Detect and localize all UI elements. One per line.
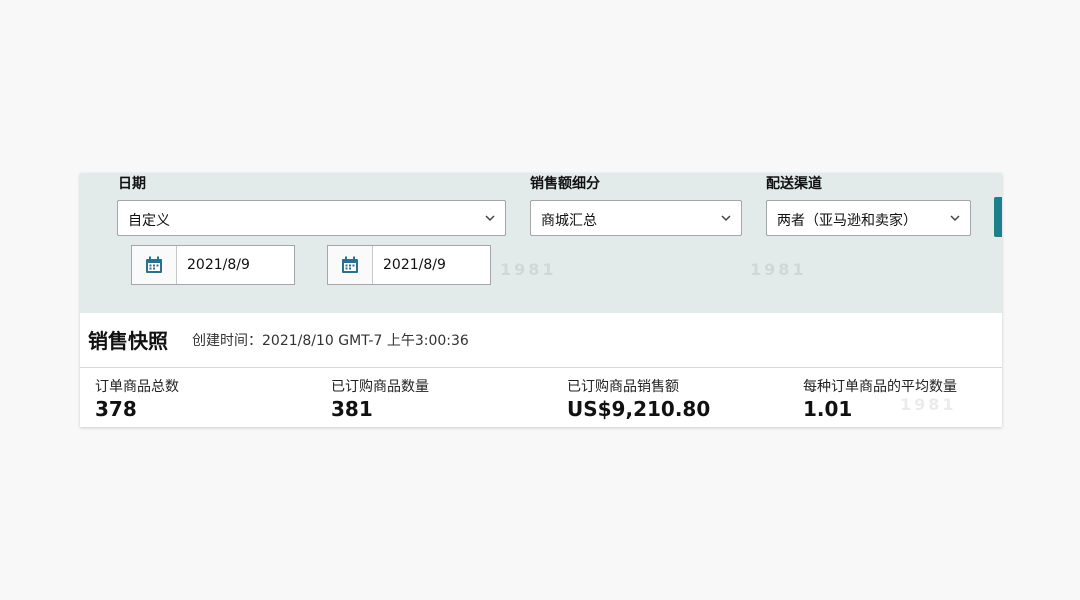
metric-label: 已订购商品数量: [331, 379, 429, 395]
metric-avg-units-per-order-item: 每种订单商品的平均数量 1.01: [803, 376, 957, 421]
watermark: 1981: [500, 260, 557, 279]
section-divider: [80, 313, 1002, 315]
metric-label: 订单商品总数: [95, 379, 179, 395]
sales-breakdown-label: 销售额细分: [530, 176, 600, 192]
chevron-down-icon: [485, 215, 495, 222]
section-divider: [80, 367, 1002, 368]
calendar-icon: [146, 256, 162, 273]
date-filter-label: 日期: [118, 176, 146, 192]
metric-label: 已订购商品销售额: [567, 379, 679, 395]
sales-breakdown-select-value: 商城汇总: [541, 213, 597, 229]
metric-units-ordered: 已订购商品数量 381: [331, 376, 429, 421]
metric-value: 378: [95, 397, 137, 421]
watermark: 1981: [750, 260, 807, 279]
end-date-value: 2021/8/9: [383, 257, 446, 273]
sales-dashboard-card: 日期 自定义 2021/8/9 2021/8/9 销售额细分 商城汇总 配送渠道…: [80, 173, 1002, 427]
fulfillment-channel-select[interactable]: 两者（亚马逊和卖家）: [766, 200, 971, 236]
metric-value: 381: [331, 397, 373, 421]
snapshot-created-time: 创建时间：2021/8/10 GMT-7 上午3:00:36: [192, 333, 469, 349]
metric-ordered-product-sales: 已订购商品销售额 US$9,210.80: [567, 376, 710, 421]
chevron-down-icon: [721, 215, 731, 222]
metric-total-order-items: 订单商品总数 378: [95, 376, 179, 421]
metric-label: 每种订单商品的平均数量: [803, 379, 957, 395]
end-date-calendar-button[interactable]: [328, 246, 373, 284]
fulfillment-channel-label: 配送渠道: [766, 176, 822, 192]
apply-button-edge[interactable]: [994, 197, 1002, 237]
date-range-select-value: 自定义: [128, 213, 170, 229]
chevron-down-icon: [950, 215, 960, 222]
sales-snapshot-title: 销售快照: [88, 329, 168, 353]
end-date-input[interactable]: 2021/8/9: [327, 245, 491, 285]
start-date-value: 2021/8/9: [187, 257, 250, 273]
metric-value: US$9,210.80: [567, 397, 711, 421]
start-date-input[interactable]: 2021/8/9: [131, 245, 295, 285]
calendar-icon: [342, 256, 358, 273]
filter-panel: 日期 自定义 2021/8/9 2021/8/9 销售额细分 商城汇总 配送渠道…: [80, 173, 1002, 313]
start-date-calendar-button[interactable]: [132, 246, 177, 284]
sales-breakdown-select[interactable]: 商城汇总: [530, 200, 742, 236]
fulfillment-channel-select-value: 两者（亚马逊和卖家）: [777, 213, 917, 229]
date-range-select[interactable]: 自定义: [117, 200, 506, 236]
metric-value: 1.01: [803, 397, 853, 421]
